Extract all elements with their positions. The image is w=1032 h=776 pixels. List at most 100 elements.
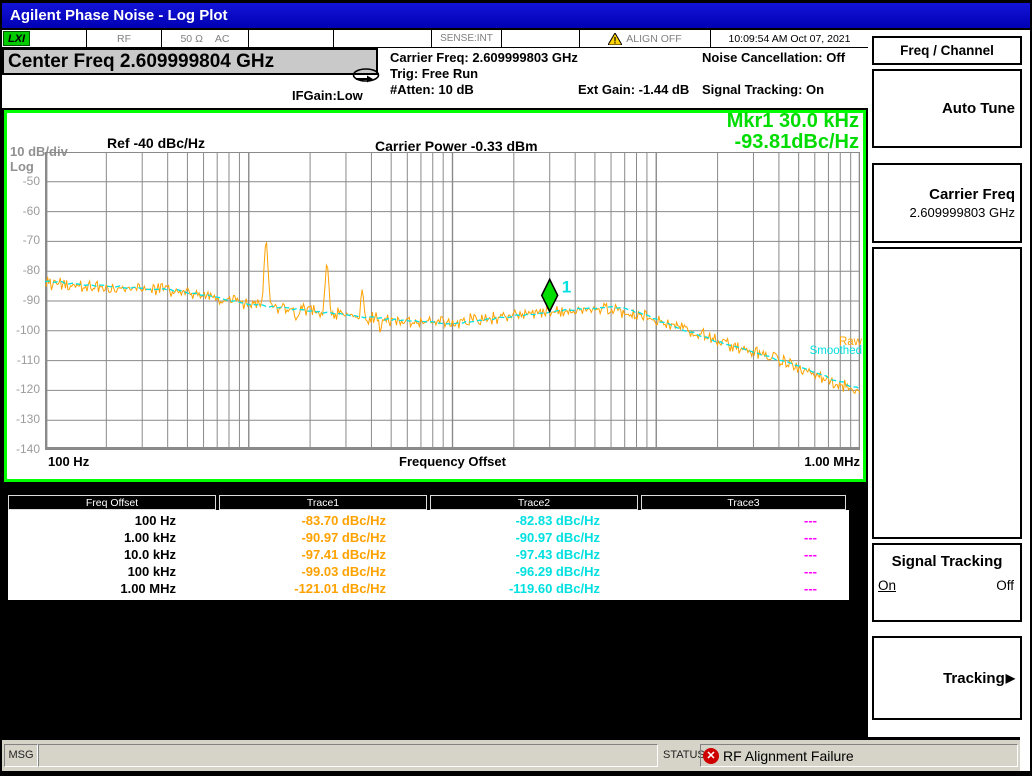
signal-tracking-label: Signal Tracking (874, 553, 1020, 570)
empty-cell-3 (502, 30, 580, 47)
instrument-screen: Agilent Phase Noise - Log Plot LXI RF 50… (0, 0, 1032, 776)
align-off-cell: ! ALIGN OFF (580, 30, 711, 47)
x-axis-title: Frequency Offset (345, 454, 560, 469)
y-tick-label: -70 (7, 233, 40, 247)
freq-offset-value: 1.00 kHz (8, 529, 216, 546)
freq-offset-value: 100 Hz (8, 512, 216, 529)
blank-softkey[interactable] (872, 247, 1022, 539)
datetime-display: 10:09:54 AM Oct 07, 2021 (711, 30, 868, 47)
carrier-freq-readout: Carrier Freq: 2.609999803 GHz (390, 50, 578, 65)
continuous-sweep-icon (352, 68, 380, 84)
trace2-value: -90.97 dBc/Hz (424, 529, 632, 546)
ext-gain-readout: Ext Gain: -1.44 dB (578, 82, 689, 97)
ref-level-label: Ref -40 dBc/Hz (107, 135, 205, 151)
sense-indicator: SENSE:INT (432, 30, 502, 47)
status-strip: LXI RF 50 Ω AC SENSE:INT ! ALIGN OFF 10:… (2, 30, 868, 48)
center-freq-entry[interactable]: Center Freq 2.609999804 GHz (2, 48, 378, 75)
message-area (38, 744, 658, 767)
lxi-cell: LXI (2, 30, 87, 47)
freq-offset-value: 1.00 MHz (8, 580, 216, 597)
col-header-trace1: Trace1 (219, 495, 427, 510)
tracking-submenu-button[interactable]: Tracking ▶ (872, 636, 1022, 720)
y-tick-label: -60 (7, 204, 40, 218)
table-row: 1.00 MHz -121.01 dBc/Hz -119.60 dBc/Hz -… (8, 580, 849, 597)
freq-offset-value: 10.0 kHz (8, 546, 216, 563)
tracking-label: Tracking (943, 670, 1005, 687)
marker-1-diamond[interactable] (542, 279, 558, 311)
trace3-value: --- (632, 546, 837, 563)
x-axis-start-label: 100 Hz (48, 454, 89, 469)
signal-tracking-button[interactable]: Signal Tracking On Off (872, 543, 1022, 622)
y-tick-label: -110 (7, 353, 40, 367)
trace1-value: -90.97 dBc/Hz (216, 529, 424, 546)
trace2-value: -119.60 dBc/Hz (424, 580, 632, 597)
phase-noise-plot: 1 (45, 152, 860, 450)
right-edge-panel (1020, 737, 1030, 771)
if-gain-readout: IFGain:Low (292, 88, 363, 103)
marker-readout-value: -93.81dBc/Hz (727, 132, 859, 153)
graph-panel: Mkr1 30.0 kHz -93.81dBc/Hz Ref -40 dBc/H… (4, 110, 866, 482)
msg-label: MSG (4, 744, 38, 767)
trace1-value: -83.70 dBc/Hz (216, 512, 424, 529)
signal-tracking-readout: Signal Tracking: On (702, 82, 824, 97)
trace2-value: -96.29 dBc/Hz (424, 563, 632, 580)
table-row: 100 kHz -99.03 dBc/Hz -96.29 dBc/Hz --- (8, 563, 849, 580)
title-bar: Agilent Phase Noise - Log Plot (2, 3, 1030, 28)
menu-title: Freq / Channel (872, 36, 1022, 65)
decade-table-body: 100 Hz -83.70 dBc/Hz -82.83 dBc/Hz --- 1… (8, 510, 849, 600)
trigger-readout: Trig: Free Run (390, 66, 478, 81)
status-area: ✕ RF Alignment Failure (700, 744, 1018, 767)
empty-cell-2 (334, 30, 432, 47)
table-row: 10.0 kHz -97.41 dBc/Hz -97.43 dBc/Hz --- (8, 546, 849, 563)
x-axis-end-label: 1.00 MHz (767, 454, 860, 469)
status-label: STATUS (663, 749, 705, 761)
svg-text:!: ! (614, 35, 617, 45)
decade-table-header: Freq Offset Trace1 Trace2 Trace3 (8, 495, 849, 510)
col-header-freq-offset: Freq Offset (8, 495, 216, 510)
status-message: RF Alignment Failure (723, 748, 854, 764)
coupling-indicator: AC (215, 33, 230, 45)
error-x-icon: ✕ (703, 748, 719, 764)
window-title: Agilent Phase Noise - Log Plot (10, 7, 228, 24)
table-row: 1.00 kHz -90.97 dBc/Hz -90.97 dBc/Hz --- (8, 529, 849, 546)
y-tick-label: -140 (7, 442, 40, 456)
trace3-value: --- (632, 563, 837, 580)
col-header-trace2: Trace2 (430, 495, 638, 510)
y-tick-label: -90 (7, 293, 40, 307)
rf-indicator: RF (87, 30, 162, 47)
trace1-value: -97.41 dBc/Hz (216, 546, 424, 563)
freq-offset-value: 100 kHz (8, 563, 216, 580)
signal-tracking-off-option[interactable]: Off (996, 578, 1014, 593)
auto-tune-button[interactable]: Auto Tune (872, 69, 1022, 148)
align-off-indicator: ALIGN OFF (626, 33, 681, 45)
noise-cancellation-readout: Noise Cancellation: Off (702, 50, 845, 65)
y-tick-label: -120 (7, 382, 40, 396)
smoothed-trace-label: Smoothed (810, 346, 862, 356)
trace2-value: -97.43 dBc/Hz (424, 546, 632, 563)
marker-readout-freq: Mkr1 30.0 kHz (727, 111, 859, 132)
y-tick-label: -100 (7, 323, 40, 337)
signal-tracking-on-option[interactable]: On (878, 578, 896, 593)
warning-icon: ! (608, 33, 622, 45)
softkey-menu: Freq / Channel Auto Tune Carrier Freq 2.… (868, 30, 1030, 737)
col-header-trace3: Trace3 (641, 495, 846, 510)
lxi-indicator: LXI (3, 31, 30, 46)
table-row: 100 Hz -83.70 dBc/Hz -82.83 dBc/Hz --- (8, 512, 849, 529)
carrier-freq-button-label: Carrier Freq (929, 186, 1015, 203)
decade-table: Freq Offset Trace1 Trace2 Trace3 100 Hz … (8, 495, 849, 600)
marker-readout: Mkr1 30.0 kHz -93.81dBc/Hz (727, 111, 859, 153)
input-config-cell: 50 Ω AC (162, 30, 249, 47)
carrier-freq-button[interactable]: Carrier Freq 2.609999803 GHz (872, 163, 1022, 243)
y-tick-label: -80 (7, 263, 40, 277)
trace1-value: -99.03 dBc/Hz (216, 563, 424, 580)
scale-type-label: Log (10, 159, 34, 174)
trace3-value: --- (632, 580, 837, 597)
attenuation-readout: #Atten: 10 dB (390, 82, 474, 97)
y-tick-label: -50 (7, 174, 40, 188)
empty-cell-1 (249, 30, 334, 47)
trace2-value: -82.83 dBc/Hz (424, 512, 632, 529)
bottom-status-bar: MSG STATUS ✕ RF Alignment Failure (2, 740, 1022, 771)
trace3-value: --- (632, 529, 837, 546)
impedance-indicator: 50 Ω (180, 33, 202, 45)
carrier-freq-button-value: 2.609999803 GHz (909, 205, 1015, 220)
